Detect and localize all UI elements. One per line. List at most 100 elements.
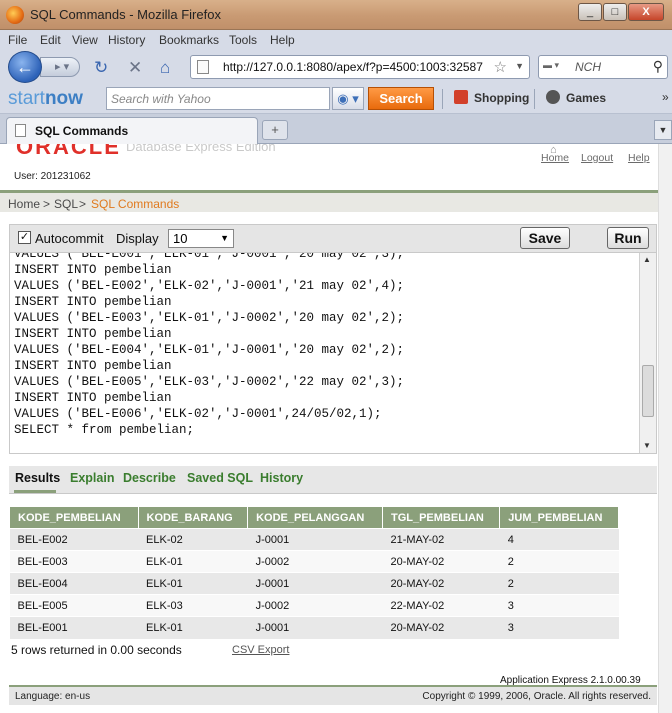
language-label: Language: en-us	[15, 691, 91, 702]
forward-button[interactable]: ▸ ▾	[40, 57, 80, 77]
toolbar-divider	[534, 89, 535, 109]
url-dropdown-icon[interactable]: ▼	[515, 61, 524, 71]
navigation-bar: ▸ ▾ ← ↻ ✕ ⌂ http://127.0.0.1:8080/apex/f…	[0, 50, 672, 84]
oracle-logo: ORACLE	[16, 144, 121, 159]
tab-list-dropdown-icon[interactable]: ▼	[654, 120, 672, 140]
display-rows-value: 10	[173, 231, 188, 246]
column-header: KODE_PELANGGAN	[247, 506, 383, 529]
tab-sql-commands[interactable]: SQL Commands	[6, 117, 258, 144]
url-text[interactable]: http://127.0.0.1:8080/apex/f?p=4500:1003…	[223, 60, 483, 74]
back-button[interactable]: ←	[8, 51, 42, 83]
table-cell: 22-MAY-02	[382, 594, 500, 617]
rows-returned-status: 5 rows returned in 0.00 seconds	[11, 643, 182, 657]
display-rows-select[interactable]: 10 ▼	[168, 229, 234, 248]
games-icon	[546, 90, 560, 104]
help-link[interactable]: Help	[628, 152, 650, 164]
breadcrumb-separator: >	[43, 197, 51, 211]
run-button[interactable]: Run	[607, 227, 649, 249]
shopping-button[interactable]: Shopping	[474, 91, 529, 105]
new-tab-button[interactable]: +	[262, 120, 288, 140]
menu-history[interactable]: History	[108, 33, 145, 47]
menu-edit[interactable]: Edit	[40, 33, 61, 47]
page-footer: Language: en-us Copyright © 1999, 2006, …	[9, 685, 657, 705]
tab-history[interactable]: History	[260, 471, 303, 485]
table-cell: BEL-E002	[9, 528, 139, 551]
tab-results[interactable]: Results	[15, 471, 60, 485]
table-cell: 20-MAY-02	[382, 550, 500, 573]
breadcrumb-home[interactable]: Home	[8, 197, 40, 211]
scrollbar-thumb[interactable]	[642, 365, 654, 417]
active-tab-indicator	[14, 490, 56, 493]
scroll-down-icon[interactable]: ▼	[643, 441, 651, 450]
bookmark-star-icon[interactable]: ☆	[494, 58, 507, 76]
window-titlebar: SQL Commands - Mozilla Firefox _ □ X	[0, 0, 672, 30]
yahoo-search-button[interactable]: Search	[368, 87, 434, 110]
scroll-up-icon[interactable]: ▲	[643, 255, 651, 264]
code-line: INSERT INTO pembelian	[14, 295, 172, 309]
home-icon[interactable]: ⌂	[160, 58, 170, 78]
close-button[interactable]: X	[628, 3, 664, 21]
code-line: VALUES ('BEL-E004','ELK-01','J-0001','20…	[14, 343, 405, 357]
menu-file[interactable]: File	[8, 33, 27, 47]
table-cell: ELK-01	[138, 550, 248, 573]
page-content: ORACLE Database Express Edition ⌂ Home L…	[0, 144, 672, 713]
table-cell: ELK-03	[138, 594, 248, 617]
yahoo-search-input[interactable]: Search with Yahoo	[106, 87, 330, 110]
table-cell: 20-MAY-02	[382, 572, 500, 595]
save-button[interactable]: Save	[520, 227, 570, 249]
startnow-toolbar: startnow Search with Yahoo ◉ ▾ Search Sh…	[0, 84, 672, 114]
code-line: INSERT INTO pembelian	[14, 391, 172, 405]
autocommit-checkbox[interactable]: ✓	[18, 231, 31, 244]
url-bar[interactable]: http://127.0.0.1:8080/apex/f?p=4500:1003…	[190, 55, 530, 79]
user-label: User: 201231062	[14, 171, 91, 182]
stop-icon[interactable]: ✕	[128, 58, 142, 78]
browser-search-input[interactable]: NCH	[575, 60, 601, 74]
menu-tools[interactable]: Tools	[229, 33, 257, 47]
home-link[interactable]: Home	[541, 152, 569, 164]
table-cell: 4	[499, 528, 619, 551]
menu-view[interactable]: View	[72, 33, 98, 47]
games-button[interactable]: Games	[566, 91, 606, 105]
table-header-row: KODE_PEMBELIAN KODE_BARANG KODE_PELANGGA…	[9, 506, 619, 529]
maximize-button[interactable]: □	[603, 3, 627, 21]
table-cell: BEL-E003	[9, 550, 139, 573]
table-cell: J-0001	[247, 616, 383, 639]
reload-icon[interactable]: ↻	[94, 58, 108, 78]
table-cell: J-0001	[247, 528, 383, 551]
toolbar-overflow-icon[interactable]: »	[662, 90, 669, 104]
oracle-product-name: Database Express Edition	[126, 144, 276, 154]
page-icon	[197, 60, 209, 74]
sql-editor[interactable]: VALUES ('BEL-E001','ELK-01','J-0001','20…	[9, 252, 657, 454]
globe-icon[interactable]: ◉ ▾	[332, 87, 364, 110]
magnifier-icon[interactable]: ⚲	[653, 58, 663, 75]
table-cell: 2	[499, 572, 619, 595]
code-line: VALUES ('BEL-E003','ELK-01','J-0002','20…	[14, 311, 405, 325]
startnow-logo[interactable]: startnow	[8, 88, 83, 110]
breadcrumb-current: SQL Commands	[91, 197, 180, 211]
csv-export-link[interactable]: CSV Export	[232, 644, 289, 656]
menu-help[interactable]: Help	[270, 33, 295, 47]
tab-describe[interactable]: Describe	[123, 471, 176, 485]
code-line: SELECT * from pembelian;	[14, 423, 195, 437]
breadcrumb-sql[interactable]: SQL	[54, 197, 78, 211]
menu-bookmarks[interactable]: Bookmarks	[159, 33, 219, 47]
table-cell: 21-MAY-02	[382, 528, 500, 551]
logout-link[interactable]: Logout	[581, 152, 613, 164]
tab-bar: SQL Commands + ▼	[0, 114, 672, 144]
table-row: BEL-E001 ELK-01 J-0001 20-MAY-02 3	[9, 616, 619, 639]
editor-scrollbar[interactable]: ▲ ▼	[639, 253, 656, 453]
tab-saved-sql[interactable]: Saved SQL	[187, 471, 253, 485]
code-line: VALUES ('BEL-E002','ELK-02','J-0001','21…	[14, 279, 405, 293]
display-label: Display	[116, 231, 159, 246]
tab-explain[interactable]: Explain	[70, 471, 114, 485]
minimize-button[interactable]: _	[578, 3, 602, 21]
table-cell: BEL-E004	[9, 572, 139, 595]
table-row: BEL-E004 ELK-01 J-0001 20-MAY-02 2	[9, 572, 619, 595]
table-cell: J-0001	[247, 572, 383, 595]
search-engine-dropdown-icon[interactable]: ▬ ▾	[543, 60, 559, 71]
results-table: KODE_PEMBELIAN KODE_BARANG KODE_PELANGGA…	[9, 506, 619, 639]
table-cell: 3	[499, 616, 619, 639]
browser-search-box[interactable]: ▬ ▾ NCH ⚲	[538, 55, 668, 79]
page-scrollbar[interactable]	[658, 144, 672, 713]
autocommit-label: Autocommit	[35, 231, 104, 246]
